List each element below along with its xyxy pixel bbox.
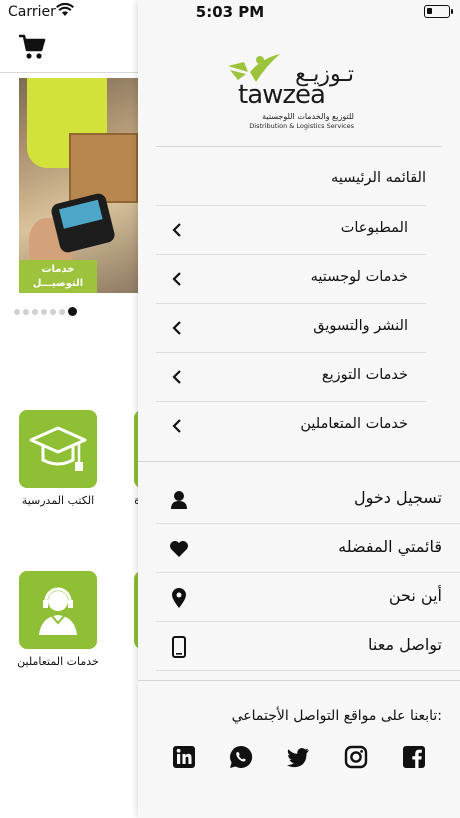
twitter-icon[interactable] [286,745,310,769]
mobile-phone-icon [172,636,186,658]
heart-icon [170,541,188,557]
logo-subtitle-en: Distribution & Logistics Services [249,122,354,130]
chevron-left-icon [172,370,181,384]
tile-label-partial: ة [134,494,138,507]
chevron-left-icon [172,419,181,433]
whatsapp-icon[interactable] [229,745,253,769]
menu-item-home[interactable]: القائمه الرئيسيه [331,170,426,186]
brand-logo: تـوزيـع tawzea للتوزيع والخدمات اللوجستي… [224,48,356,132]
logo-english: tawzea [238,80,326,110]
divider [138,680,460,681]
graduation-cap-icon [29,426,87,471]
carousel-dot[interactable] [23,308,29,315]
logo-subtitle-ar: للتوزيع والخدمات اللوجستية [262,112,354,121]
location-pin-icon [172,588,186,608]
carousel-indicator[interactable] [14,307,77,316]
clock: 5:03 PM [195,3,265,21]
customer-support-icon [39,587,77,635]
battery-icon [424,5,453,18]
chevron-left-icon [172,272,181,286]
divider [156,146,442,147]
favorites-item[interactable]: قائمتي المفضله [156,524,460,573]
linkedin-icon[interactable] [172,745,196,769]
menu-item-publishing-marketing[interactable]: النشر والتسويق [156,304,426,353]
carousel-dot[interactable] [32,308,38,315]
login-item[interactable]: تسجيل دخول [156,475,460,524]
banner-caption: خدمات التوصيـــل [19,260,97,293]
divider [0,72,138,73]
facebook-icon[interactable] [402,745,426,769]
carousel-dot[interactable] [14,308,20,315]
instagram-icon[interactable] [344,745,368,769]
contact-item[interactable]: تواصل معنا [156,622,460,671]
chevron-left-icon [172,321,181,335]
carousel-dot[interactable] [50,308,56,315]
tile-school-books[interactable] [19,410,97,488]
social-links [172,745,432,773]
menu-item-publications[interactable]: المطبوعات [156,206,426,255]
menu-item-customer-services[interactable]: خدمات المتعاملين [156,402,426,451]
user-icon [171,491,187,509]
tile-customer-services[interactable] [19,571,97,649]
menu-item-logistics[interactable]: خدمات لوجستيه [156,255,426,304]
promo-banner[interactable]: خدمات التوصيـــل [19,78,138,293]
tile-label: خدمات المتعاملين [17,655,99,668]
menu-item-distribution[interactable]: خدمات التوزيع [156,353,426,402]
divider [138,461,460,462]
follow-us-label: تابعنا على مواقع التواصل الأجتماعي: [231,708,442,724]
location-item[interactable]: أين نحن [156,573,460,622]
chevron-left-icon [172,223,181,237]
status-bar: Carrier 5:03 PM [0,0,460,26]
cart-icon[interactable] [18,34,46,60]
carousel-dot[interactable] [41,308,47,315]
carousel-dot[interactable] [59,308,65,315]
main-screen: خدمات التوصيـــل الكتب المدرسية ة خدمات … [0,0,138,818]
carousel-dot-active[interactable] [68,307,77,316]
